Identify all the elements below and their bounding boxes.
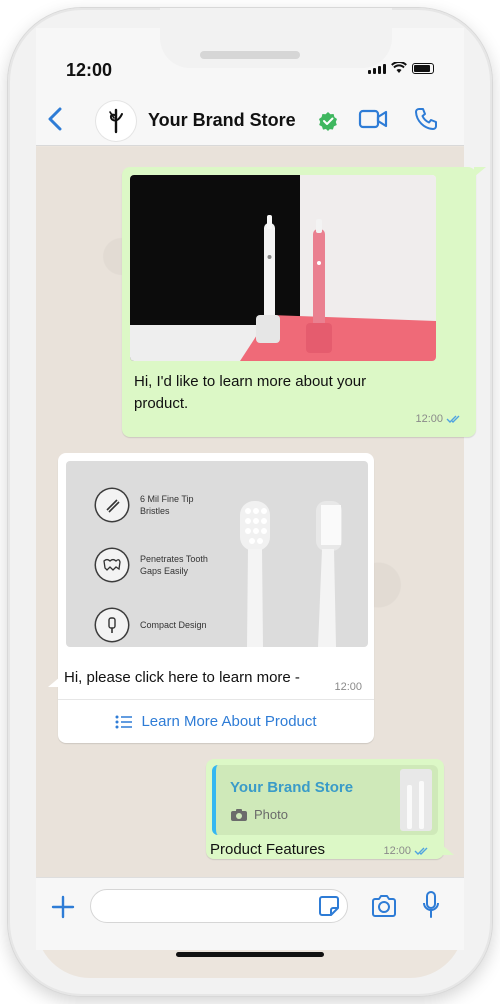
product-features-image[interactable]: 6 Mil Fine Tip Bristles Penetrates Tooth… [66, 461, 368, 647]
back-arrow-icon[interactable] [44, 106, 68, 132]
message-time: 12:00 [415, 413, 443, 425]
double-check-icon [446, 415, 460, 423]
bubble-tail [442, 845, 454, 855]
toothbrush-thumbnail-image [407, 781, 424, 829]
teeth-icon [96, 549, 128, 581]
learn-more-button[interactable]: Learn More About Product [58, 700, 374, 743]
bubble-tail [474, 167, 486, 177]
contact-name[interactable]: Your Brand Store [148, 110, 296, 131]
status-icons [368, 62, 434, 74]
input-bar [36, 877, 464, 950]
speaker-grille [200, 51, 300, 59]
chat-area: Hi, I'd like to learn more about your pr… [36, 147, 486, 877]
feature-label: Penetrates Tooth Gaps Easily [140, 554, 208, 576]
quoted-type-label: Photo [254, 807, 288, 822]
feature-item: Penetrates Tooth Gaps Easily [96, 549, 224, 581]
verified-badge-icon [319, 112, 337, 131]
brush-head-icon [96, 609, 128, 641]
quoted-message[interactable]: Your Brand Store Photo [212, 765, 438, 835]
camera-icon [231, 808, 247, 821]
home-indicator[interactable] [176, 952, 324, 957]
learn-more-label: Learn More About Product [141, 713, 317, 730]
message-time: 12:00 [334, 681, 362, 693]
feature-label: Compact Design [140, 620, 207, 630]
message-input[interactable] [90, 889, 348, 923]
quoted-thumbnail [400, 769, 432, 831]
quoted-sender: Your Brand Store [230, 779, 354, 796]
message-text: Hi, I'd like to learn more about your pr… [134, 373, 367, 412]
outgoing-message[interactable]: Hi, I'd like to learn more about your pr… [122, 167, 486, 437]
phone-call-icon[interactable] [414, 107, 438, 131]
quoted-type: Photo [230, 807, 288, 822]
feature-item: Compact Design [96, 609, 224, 641]
outgoing-message[interactable]: Your Brand Store Photo Product Features … [206, 759, 454, 859]
message-text: Hi, please click here to learn more - [64, 669, 300, 686]
chat-header: Your Brand Store [36, 88, 464, 146]
message-meta: 12:00 [383, 845, 430, 857]
battery-icon [412, 63, 434, 74]
avatar[interactable] [96, 101, 136, 141]
phone-notch [160, 8, 392, 68]
feature-item: 6 Mil Fine Tip Bristles [96, 489, 224, 521]
wifi-icon [391, 62, 407, 73]
video-call-icon[interactable] [358, 108, 388, 130]
incoming-message[interactable]: 6 Mil Fine Tip Bristles Penetrates Tooth… [48, 453, 374, 743]
status-time: 12:00 [66, 60, 113, 80]
double-check-icon [414, 847, 428, 855]
list-icon [115, 715, 133, 728]
message-meta: 12:00 [415, 413, 462, 425]
camera-icon[interactable] [370, 893, 398, 919]
feature-label: 6 Mil Fine Tip Bristles [140, 494, 194, 516]
message-time: 12:00 [383, 845, 411, 857]
brand-logo-icon [109, 108, 123, 134]
toothbrush-photo[interactable] [130, 175, 436, 361]
message-text: Product Features [210, 841, 326, 858]
sticker-icon[interactable] [318, 895, 340, 917]
brush-heads-illustration [240, 501, 342, 647]
plus-icon[interactable] [50, 894, 76, 920]
toothbrush-photo-image [130, 175, 436, 361]
bubble-tail [48, 677, 60, 687]
bristle-icon [96, 489, 128, 521]
microphone-icon[interactable] [422, 890, 440, 920]
